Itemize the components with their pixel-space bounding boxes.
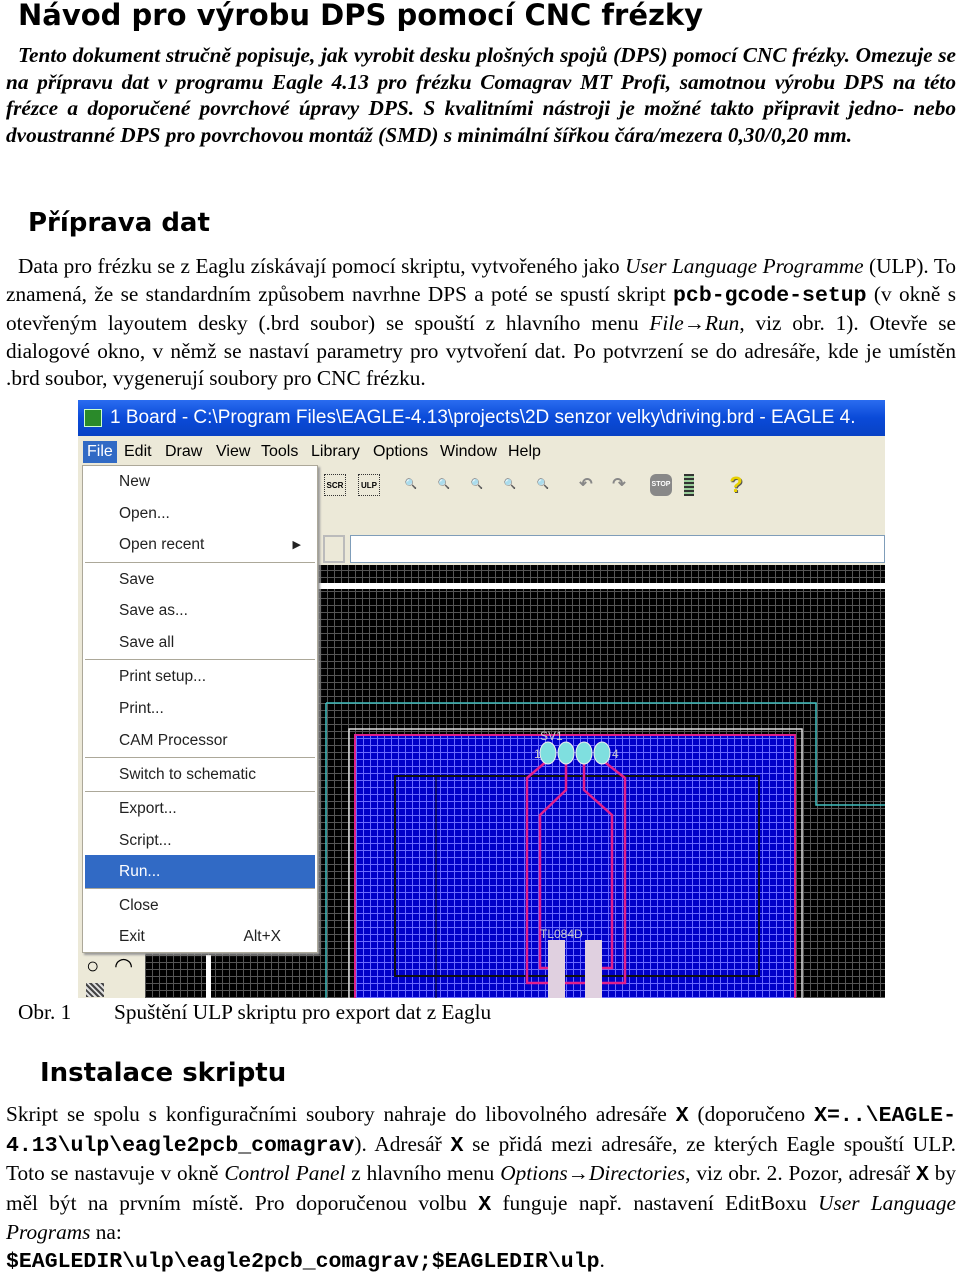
pin-label-last: 4 (612, 747, 619, 761)
menu-item-new[interactable]: New (85, 466, 315, 498)
connector-pads (539, 741, 611, 765)
menu-separator (85, 791, 315, 792)
section-heading-instalace: Instalace skriptu (40, 1058, 287, 1088)
submenu-arrow-icon: ▶ (292, 539, 301, 551)
menu-item-script[interactable]: Script... (85, 825, 315, 857)
menu-item-save[interactable]: Save (85, 564, 315, 596)
menu-item-print-setup[interactable]: Print setup... (85, 661, 315, 693)
file-menu-dropdown: New Open... Open recent ▶ Save Save as...… (82, 465, 318, 953)
paragraph-priprava: Data pro frézku se z Eaglu získávají pom… (6, 254, 957, 390)
menu-item-save-all[interactable]: Save all (85, 627, 315, 659)
pad (593, 741, 611, 765)
intro-paragraph: Tento dokument stručně popisuje, jak vyr… (6, 43, 956, 147)
trace (525, 759, 627, 985)
menu-item-open[interactable]: Open... (85, 498, 315, 530)
menu-item-cam-processor[interactable]: CAM Processor (85, 725, 315, 757)
section-heading-priprava: Příprava dat (28, 208, 210, 238)
pad (539, 741, 557, 765)
pin-label-first: 1 (534, 747, 541, 761)
trace (582, 760, 614, 970)
menu-separator (85, 659, 315, 660)
menu-item-switch-to-schematic[interactable]: Switch to schematic (85, 759, 315, 791)
ic-label: TL084D (540, 927, 583, 941)
ic-pad-column (585, 940, 602, 998)
eagle-screenshot: 1 Board - C:\Program Files\EAGLE-4.13\pr… (78, 400, 885, 998)
paragraph-instalace: Skript se spolu s konfiguračními soubory… (6, 1102, 957, 1274)
menu-item-print[interactable]: Print... (85, 693, 315, 725)
connector-label: SV1 (540, 729, 563, 743)
menu-item-save-as[interactable]: Save as... (85, 595, 315, 627)
menu-item-export[interactable]: Export... (85, 793, 315, 825)
menu-separator (85, 757, 315, 758)
menu-item-run[interactable]: Run... (85, 855, 315, 888)
figure-number: Obr. 1 (18, 1000, 72, 1024)
page-title: Návod pro výrobu DPS pomocí CNC frézky (18, 0, 704, 32)
pad (557, 741, 575, 765)
pad (575, 741, 593, 765)
shortcut-label: Alt+X (243, 928, 281, 945)
menu-item-exit[interactable]: Exit Alt+X (85, 921, 315, 953)
ic-pads (548, 940, 602, 998)
ic-pad-column (548, 940, 565, 998)
menu-item-close[interactable]: Close (85, 890, 315, 922)
keepout-rect (394, 775, 760, 977)
menu-separator (85, 888, 315, 889)
menu-item-open-recent[interactable]: Open recent ▶ (85, 529, 315, 561)
figure-caption: Spuštění ULP skriptu pro export dat z Ea… (114, 1000, 492, 1024)
menu-separator (85, 562, 315, 563)
